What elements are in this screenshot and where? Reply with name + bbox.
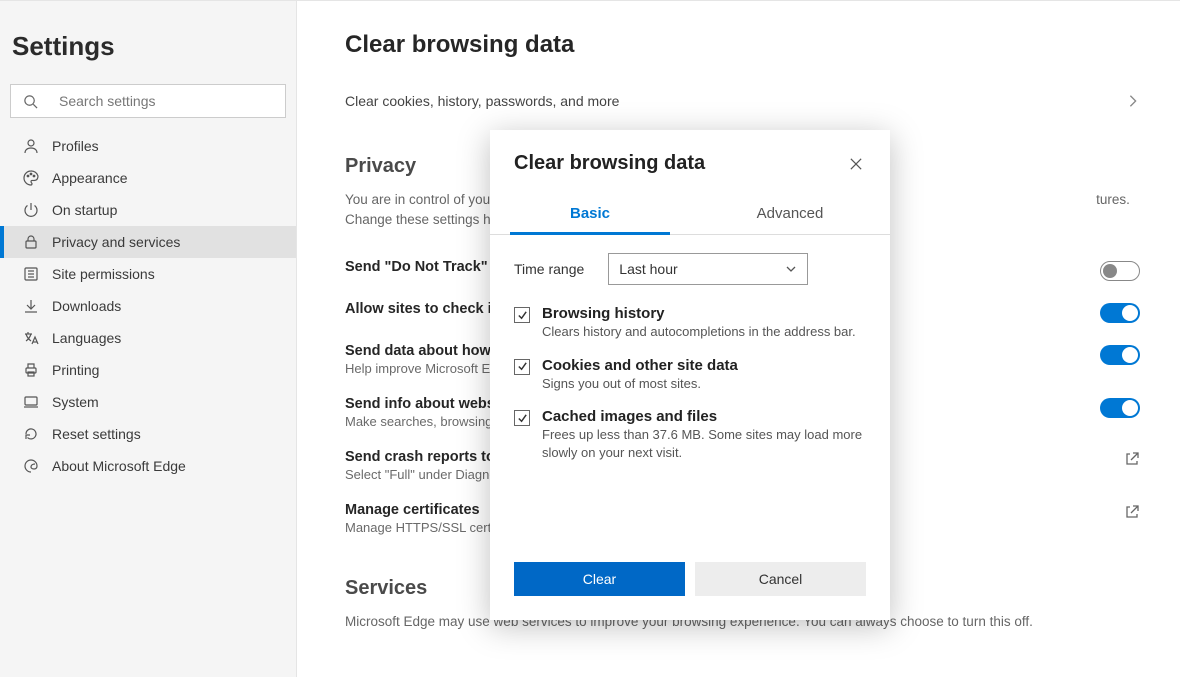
- send-usage-toggle[interactable]: [1100, 345, 1140, 365]
- time-range-select[interactable]: Last hour: [608, 253, 808, 285]
- setting-sublabel: Manage HTTPS/SSL certifica: [345, 520, 514, 535]
- external-link-icon[interactable]: [1124, 504, 1140, 520]
- sidebar-item-downloads[interactable]: Downloads: [0, 290, 296, 322]
- sidebar-item-label: Downloads: [52, 298, 121, 314]
- setting-label: Allow sites to check if y: [345, 301, 509, 317]
- sidebar-item-system[interactable]: System: [0, 386, 296, 418]
- sidebar-item-label: On startup: [52, 202, 117, 218]
- sidebar-item-privacy-services[interactable]: Privacy and services: [0, 226, 296, 258]
- sidebar-item-languages[interactable]: Languages: [0, 322, 296, 354]
- reset-icon: [22, 425, 40, 443]
- download-icon: [22, 297, 40, 315]
- setting-label: Send data about how y: [345, 343, 505, 359]
- dialog-title: Clear browsing data: [514, 152, 705, 175]
- chevron-down-icon: [785, 263, 797, 275]
- clear-button[interactable]: Clear: [514, 562, 685, 596]
- sidebar-item-label: Printing: [52, 362, 99, 378]
- cancel-button[interactable]: Cancel: [695, 562, 866, 596]
- sidebar-item-printing[interactable]: Printing: [0, 354, 296, 386]
- person-icon: [22, 137, 40, 155]
- setting-label: Send info about websit: [345, 396, 507, 412]
- sidebar-item-reset-settings[interactable]: Reset settings: [0, 418, 296, 450]
- sidebar-item-site-permissions[interactable]: Site permissions: [0, 258, 296, 290]
- sidebar-item-about[interactable]: About Microsoft Edge: [0, 450, 296, 482]
- printer-icon: [22, 361, 40, 379]
- clear-browsing-data-dialog: Clear browsing data Basic Advanced Time …: [490, 130, 890, 620]
- sidebar-item-label: Site permissions: [52, 266, 155, 282]
- search-input[interactable]: [59, 93, 275, 109]
- check-description: Signs you out of most sites.: [542, 375, 738, 393]
- send-website-toggle[interactable]: [1100, 398, 1140, 418]
- setting-label: Send crash reports to h: [345, 449, 508, 465]
- edge-icon: [22, 457, 40, 475]
- lock-icon: [22, 233, 40, 251]
- check-label: Cached images and files: [542, 408, 866, 425]
- check-browsing-history: Browsing history Clears history and auto…: [514, 305, 866, 341]
- check-description: Frees up less than 37.6 MB. Some sites m…: [542, 426, 866, 461]
- check-description: Clears history and autocompletions in th…: [542, 323, 856, 341]
- clear-browsing-data-title: Clear browsing data: [345, 31, 1140, 59]
- laptop-icon: [22, 393, 40, 411]
- check-label: Cookies and other site data: [542, 357, 738, 374]
- tab-advanced[interactable]: Advanced: [690, 195, 890, 234]
- do-not-track-toggle[interactable]: [1100, 261, 1140, 281]
- sidebar-item-label: Reset settings: [52, 426, 141, 442]
- check-cookies: Cookies and other site data Signs you ou…: [514, 357, 866, 393]
- check-cached: Cached images and files Frees up less th…: [514, 408, 866, 461]
- time-range-value: Last hour: [619, 261, 677, 277]
- sidebar-item-appearance[interactable]: Appearance: [0, 162, 296, 194]
- cached-checkbox[interactable]: [514, 410, 530, 426]
- sidebar-item-label: Languages: [52, 330, 121, 346]
- settings-title: Settings: [0, 31, 296, 84]
- setting-sublabel: Make searches, browsing, a: [345, 414, 507, 429]
- external-link-icon[interactable]: [1124, 451, 1140, 467]
- slider-icon: [22, 265, 40, 283]
- palette-icon: [22, 169, 40, 187]
- close-button[interactable]: [846, 154, 866, 174]
- sidebar-item-label: Privacy and services: [52, 234, 180, 250]
- language-icon: [22, 329, 40, 347]
- clear-link-text: Clear cookies, history, passwords, and m…: [345, 93, 619, 109]
- search-settings-box[interactable]: [10, 84, 286, 118]
- setting-label: Send "Do Not Track" re: [345, 259, 505, 275]
- settings-sidebar: Settings Profiles Appearance On startup: [0, 0, 297, 677]
- sidebar-item-label: Appearance: [52, 170, 128, 186]
- setting-sublabel: Select "Full" under Diagnost: [345, 467, 508, 482]
- browsing-history-checkbox[interactable]: [514, 307, 530, 323]
- sidebar-item-profiles[interactable]: Profiles: [0, 130, 296, 162]
- sidebar-item-on-startup[interactable]: On startup: [0, 194, 296, 226]
- setting-sublabel: Help improve Microsoft Edg: [345, 361, 505, 376]
- search-icon: [21, 92, 39, 110]
- sidebar-item-label: Profiles: [52, 138, 99, 154]
- sidebar-item-label: About Microsoft Edge: [52, 458, 186, 474]
- cookies-checkbox[interactable]: [514, 359, 530, 375]
- time-range-label: Time range: [514, 261, 584, 277]
- setting-label: Manage certificates: [345, 502, 514, 518]
- allow-sites-toggle[interactable]: [1100, 303, 1140, 323]
- chevron-right-icon: [1126, 94, 1140, 108]
- tab-basic[interactable]: Basic: [490, 195, 690, 234]
- sidebar-item-label: System: [52, 394, 99, 410]
- check-label: Browsing history: [542, 305, 856, 322]
- power-icon: [22, 201, 40, 219]
